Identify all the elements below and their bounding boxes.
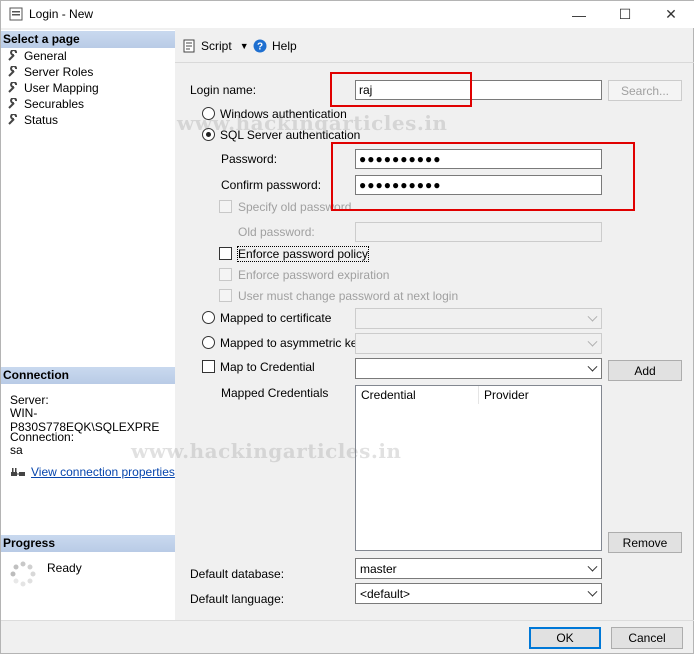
wrench-icon (8, 50, 17, 61)
mapped-credentials-label: Mapped Credentials (221, 386, 329, 400)
page-label: General (24, 49, 67, 63)
toolbar: Script ▼ ? Help (175, 30, 694, 62)
connection-header: Connection (1, 367, 175, 384)
default-language-label: Default language: (190, 592, 285, 606)
help-button[interactable]: ? Help (253, 39, 297, 53)
page-label: Server Roles (24, 65, 94, 79)
old-password-field[interactable] (355, 222, 602, 242)
login-new-dialog: Login - New — ☐ ✕ Select a page General … (0, 0, 694, 654)
maximize-icon: ☐ (618, 6, 632, 22)
wrench-icon (8, 98, 17, 109)
page-label: User Mapping (24, 81, 99, 95)
enforce-password-policy-label: Enforce password policy (236, 246, 370, 262)
default-database-value: master (360, 562, 397, 576)
help-icon: ? (253, 39, 267, 53)
script-label: Script (201, 39, 232, 53)
default-language-value: <default> (360, 587, 411, 601)
page-status[interactable]: Status (7, 112, 58, 128)
mapped-asymmetric-key-radio[interactable] (202, 336, 215, 349)
credential-combo[interactable] (355, 358, 602, 379)
certificate-combo[interactable] (355, 308, 602, 329)
cancel-button[interactable]: Cancel (611, 627, 683, 649)
map-to-credential-label: Map to Credential (220, 360, 315, 374)
left-pane: Select a page General Server Roles User … (1, 30, 175, 620)
chevron-down-icon (587, 361, 598, 372)
must-change-password-label: User must change password at next login (238, 289, 459, 303)
enforce-password-expiration-checkbox[interactable] (219, 268, 232, 281)
mapped-credentials-list[interactable]: Credential Provider (355, 385, 602, 551)
old-password-label: Old password: (238, 225, 315, 239)
page-server-roles[interactable]: Server Roles (7, 64, 93, 80)
watermark-top: www.hackingarticles.in (177, 111, 448, 135)
footer-divider (1, 620, 694, 621)
minimize-icon: — (572, 6, 586, 23)
page-label: Status (24, 113, 59, 127)
svg-text:?: ? (257, 42, 263, 53)
chevron-down-icon (587, 311, 598, 322)
connection-value: sa (10, 443, 23, 457)
login-name-label: Login name: (190, 83, 257, 97)
window-title: Login - New (29, 7, 94, 21)
close-button[interactable]: ✕ (648, 1, 694, 28)
script-icon (183, 39, 195, 53)
watermark-middle: www.hackingarticles.in (131, 439, 402, 463)
password-label: Password: (221, 152, 278, 166)
wrench-icon (8, 66, 17, 77)
credential-column-header[interactable]: Credential (356, 386, 479, 404)
page-label: Securables (24, 97, 85, 111)
enforce-password-policy-checkbox[interactable] (219, 247, 232, 260)
page-general[interactable]: General (7, 48, 67, 64)
search-button[interactable]: Search... (608, 80, 682, 101)
close-icon: ✕ (665, 6, 677, 22)
highlight-box-login-name (330, 72, 472, 107)
add-button[interactable]: Add (608, 360, 682, 381)
wrench-icon (8, 82, 17, 93)
connection-label: Connection: (10, 430, 75, 444)
default-database-label: Default database: (190, 567, 285, 581)
highlight-box-passwords (331, 142, 635, 211)
maximize-button[interactable]: ☐ (602, 1, 648, 28)
wrench-icon (8, 114, 17, 125)
default-database-combo[interactable]: master (355, 558, 602, 579)
view-connection-properties-link[interactable]: View connection properties (31, 465, 175, 479)
title-bar: Login - New — ☐ ✕ (1, 1, 694, 28)
chevron-down-icon (587, 561, 598, 572)
server-label: Server: (10, 393, 49, 407)
select-page-header: Select a page (1, 31, 175, 48)
asymmetric-key-combo[interactable] (355, 333, 602, 354)
script-button[interactable]: Script ▼ (182, 39, 249, 53)
mapped-asymmetric-key-label: Mapped to asymmetric key (220, 336, 364, 350)
progress-spinner-icon (10, 561, 36, 587)
progress-header: Progress (1, 535, 175, 552)
page-user-mapping[interactable]: User Mapping (7, 80, 99, 96)
minimize-button[interactable]: — (556, 1, 602, 28)
progress-status: Ready (47, 561, 82, 575)
app-icon (9, 7, 23, 21)
ok-button[interactable]: OK (529, 627, 601, 649)
page-securables[interactable]: Securables (7, 96, 84, 112)
help-label: Help (272, 39, 297, 53)
confirm-password-label: Confirm password: (221, 178, 322, 192)
mapped-certificate-radio[interactable] (202, 311, 215, 324)
enforce-password-expiration-label: Enforce password expiration (238, 268, 390, 282)
must-change-password-checkbox[interactable] (219, 289, 232, 302)
default-language-combo[interactable]: <default> (355, 583, 602, 604)
chevron-down-icon (587, 336, 598, 347)
remove-button[interactable]: Remove (608, 532, 682, 553)
map-to-credential-checkbox[interactable] (202, 360, 215, 373)
specify-old-password-checkbox[interactable] (219, 200, 232, 213)
mapped-certificate-label: Mapped to certificate (220, 311, 332, 325)
chevron-down-icon (587, 586, 598, 597)
provider-column-header[interactable]: Provider (479, 386, 601, 404)
chevron-down-icon: ▼ (239, 41, 249, 51)
connection-properties-icon (11, 468, 25, 476)
